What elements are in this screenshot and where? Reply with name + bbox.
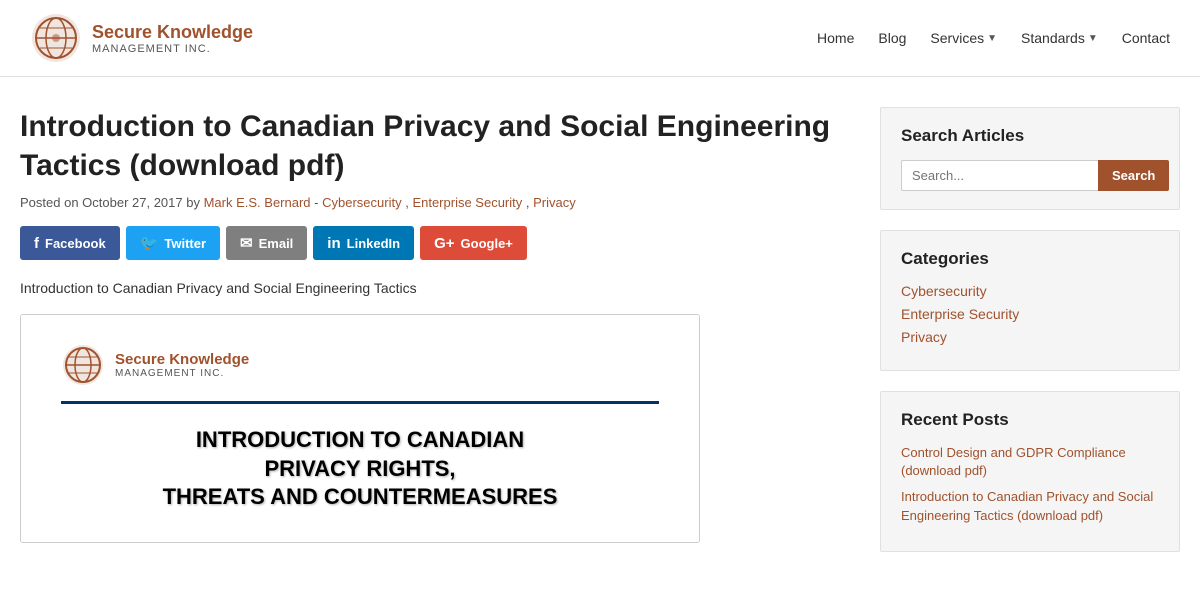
twitter-icon: 🐦 (140, 234, 159, 252)
site-header: Secure Knowledge Management Inc. Home Bl… (0, 0, 1200, 77)
share-linkedin-button[interactable]: in LinkedIn (313, 226, 414, 260)
list-item: Privacy (901, 329, 1159, 347)
pdf-divider (61, 401, 659, 404)
nav-contact[interactable]: Contact (1122, 30, 1170, 46)
pdf-preview-box: Secure Knowledge Management Inc. INTRODU… (20, 314, 700, 543)
nav-home[interactable]: Home (817, 30, 854, 46)
nav-standards-link[interactable]: Standards (1021, 30, 1085, 46)
article-title: Introduction to Canadian Privacy and Soc… (20, 107, 840, 185)
meta-date: October 27, 2017 (82, 195, 182, 210)
list-item: Control Design and GDPR Compliance (down… (901, 444, 1159, 480)
meta-by: by (186, 195, 203, 210)
meta-author[interactable]: Mark E.S. Bernard (204, 195, 311, 210)
nav-blog[interactable]: Blog (878, 30, 906, 46)
search-section-title: Search Articles (901, 126, 1159, 146)
pdf-logo-icon (61, 343, 105, 387)
category-enterprise-security[interactable]: Enterprise Security (901, 306, 1019, 322)
pdf-title-line2: PRIVACY RIGHTS, (163, 455, 558, 484)
page-content: Introduction to Canadian Privacy and Soc… (0, 77, 1200, 602)
logo-icon (30, 12, 82, 64)
share-facebook-button[interactable]: f Facebook (20, 226, 120, 260)
facebook-icon: f (34, 235, 39, 252)
recent-post-privacy[interactable]: Introduction to Canadian Privacy and Soc… (901, 489, 1153, 522)
list-item: Introduction to Canadian Privacy and Soc… (901, 488, 1159, 524)
standards-dropdown-arrow: ▼ (1088, 33, 1098, 44)
googleplus-icon: G+ (434, 235, 454, 252)
logo-subtitle: Management Inc. (92, 43, 253, 55)
facebook-label: Facebook (45, 236, 106, 251)
recent-post-gdpr[interactable]: Control Design and GDPR Compliance (down… (901, 445, 1126, 478)
recent-posts-title: Recent Posts (901, 410, 1159, 430)
googleplus-label: Google+ (461, 236, 513, 251)
pdf-main-title: INTRODUCTION TO CANADIAN PRIVACY RIGHTS,… (163, 426, 558, 512)
categories-section: Categories Cybersecurity Enterprise Secu… (880, 230, 1180, 371)
pdf-inner: Secure Knowledge Management Inc. INTRODU… (21, 315, 699, 542)
share-email-button[interactable]: ✉ Email (226, 226, 307, 260)
pdf-logo-row: Secure Knowledge Management Inc. (61, 343, 249, 387)
logo-title: Secure Knowledge (92, 22, 253, 43)
article-meta: Posted on October 27, 2017 by Mark E.S. … (20, 195, 840, 210)
recent-posts-list: Control Design and GDPR Compliance (down… (901, 444, 1159, 525)
recent-posts-section: Recent Posts Control Design and GDPR Com… (880, 391, 1180, 552)
categories-title: Categories (901, 249, 1159, 269)
search-row: Search (901, 160, 1159, 191)
main-column: Introduction to Canadian Privacy and Soc… (20, 107, 840, 572)
nav-standards[interactable]: Standards ▼ (1021, 30, 1098, 46)
search-section: Search Articles Search (880, 107, 1180, 210)
email-label: Email (259, 236, 294, 251)
list-item: Cybersecurity (901, 283, 1159, 301)
meta-cat1[interactable]: Cybersecurity (322, 195, 401, 210)
email-icon: ✉ (240, 234, 253, 252)
logo-text: Secure Knowledge Management Inc. (92, 22, 253, 55)
category-cybersecurity[interactable]: Cybersecurity (901, 283, 987, 299)
pdf-title-line1: INTRODUCTION TO CANADIAN (163, 426, 558, 455)
pdf-logo-text: Secure Knowledge Management Inc. (115, 351, 249, 379)
category-privacy[interactable]: Privacy (901, 329, 947, 345)
services-dropdown-arrow: ▼ (987, 33, 997, 44)
list-item: Enterprise Security (901, 306, 1159, 324)
meta-sep1: - (314, 195, 322, 210)
meta-cat3[interactable]: Privacy (533, 195, 576, 210)
nav-services[interactable]: Services ▼ (930, 30, 997, 46)
share-twitter-button[interactable]: 🐦 Twitter (126, 226, 220, 260)
share-googleplus-button[interactable]: G+ Google+ (420, 226, 527, 260)
pdf-title-line3: THREATS AND COUNTERMEASURES (163, 483, 558, 512)
search-button[interactable]: Search (1098, 160, 1169, 191)
article-caption: Introduction to Canadian Privacy and Soc… (20, 280, 840, 296)
meta-cat2[interactable]: Enterprise Security (412, 195, 522, 210)
logo[interactable]: Secure Knowledge Management Inc. (30, 12, 253, 64)
linkedin-icon: in (327, 235, 340, 252)
nav-services-link[interactable]: Services (930, 30, 984, 46)
search-input[interactable] (901, 160, 1098, 191)
categories-list: Cybersecurity Enterprise Security Privac… (901, 283, 1159, 347)
pdf-logo-title: Secure Knowledge (115, 351, 249, 368)
twitter-label: Twitter (164, 236, 206, 251)
meta-prefix: Posted on (20, 195, 82, 210)
social-share-buttons: f Facebook 🐦 Twitter ✉ Email in LinkedIn… (20, 226, 840, 260)
pdf-logo-subtitle: Management Inc. (115, 368, 249, 379)
sidebar: Search Articles Search Categories Cybers… (880, 107, 1180, 572)
main-nav: Home Blog Services ▼ Standards ▼ Contact (817, 30, 1170, 46)
linkedin-label: LinkedIn (347, 236, 400, 251)
